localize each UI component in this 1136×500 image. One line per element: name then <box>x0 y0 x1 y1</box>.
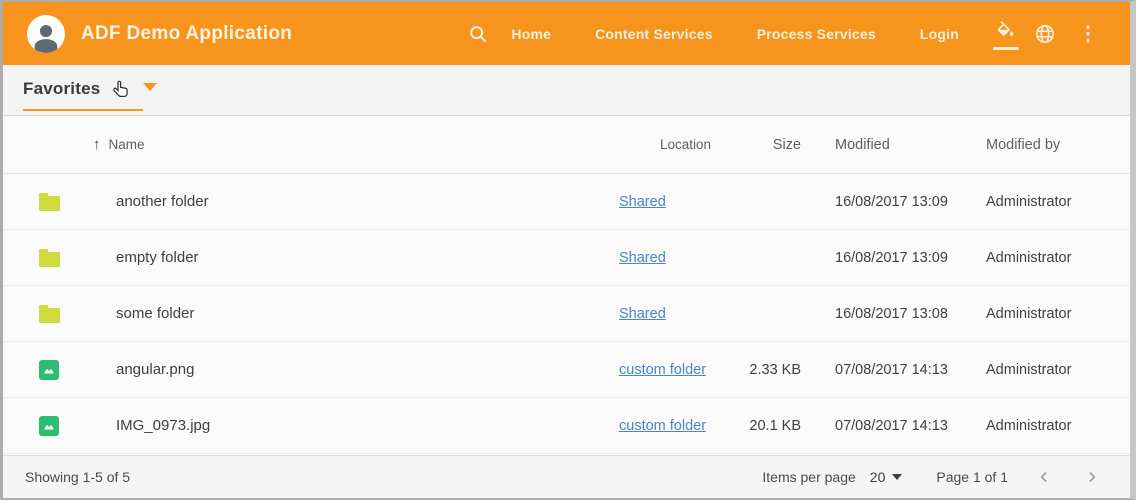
table-row[interactable]: angular.png custom folder 2.33 KB 07/08/… <box>3 342 1130 398</box>
kebab-menu-icon[interactable]: ⋮ <box>1068 20 1108 48</box>
sort-ascending-icon: ↑ <box>93 136 101 153</box>
theme-color-fill-icon[interactable] <box>991 17 1020 46</box>
person-icon <box>29 19 63 53</box>
next-page-icon[interactable] <box>1080 465 1104 489</box>
column-header-location[interactable]: Location <box>619 137 719 152</box>
table-header-row: ↑ Name Location Size Modified Modified b… <box>3 116 1130 174</box>
language-globe-icon[interactable] <box>1030 19 1060 49</box>
file-name: some folder <box>116 305 194 322</box>
column-header-size[interactable]: Size <box>719 137 807 153</box>
modified-by: Administrator <box>986 306 1106 322</box>
app-toolbar: ADF Demo Application Home Content Servic… <box>3 2 1130 65</box>
folder-icon <box>39 308 60 323</box>
file-name: empty folder <box>116 249 199 266</box>
file-size: 2.33 KB <box>719 362 807 378</box>
table-body: another folder Shared 16/08/2017 13:09 A… <box>3 174 1130 454</box>
image-file-icon <box>39 360 59 380</box>
modified-by: Administrator <box>986 194 1106 210</box>
favorites-table: ↑ Name Location Size Modified Modified b… <box>3 115 1130 455</box>
folder-icon <box>39 252 60 267</box>
file-name: angular.png <box>116 361 194 378</box>
file-name: IMG_0973.jpg <box>116 417 210 434</box>
location-link[interactable]: Shared <box>619 250 666 266</box>
location-link[interactable]: custom folder <box>619 418 706 434</box>
modified-date: 07/08/2017 14:13 <box>835 418 986 434</box>
table-row[interactable]: another folder Shared 16/08/2017 13:09 A… <box>3 174 1130 230</box>
dropdown-caret-icon[interactable] <box>143 83 157 91</box>
modified-date: 07/08/2017 14:13 <box>835 362 986 378</box>
avatar <box>27 15 65 53</box>
location-link[interactable]: Shared <box>619 306 666 322</box>
modified-date: 16/08/2017 13:08 <box>835 306 986 322</box>
mouse-cursor-icon <box>111 79 132 107</box>
modified-date: 16/08/2017 13:09 <box>835 194 986 210</box>
table-row[interactable]: IMG_0973.jpg custom folder 20.1 KB 07/08… <box>3 398 1130 454</box>
items-per-page-select[interactable]: 20 <box>870 469 903 485</box>
tab-favorites-label: Favorites <box>23 79 100 98</box>
app-window: ADF Demo Application Home Content Servic… <box>0 0 1136 500</box>
app-title: ADF Demo Application <box>81 23 292 45</box>
table-row[interactable]: some folder Shared 16/08/2017 13:08 Admi… <box>3 286 1130 342</box>
paginator: Showing 1-5 of 5 Items per page 20 Page … <box>3 455 1130 498</box>
previous-page-icon[interactable] <box>1032 465 1056 489</box>
nav-item-content-services[interactable]: Content Services <box>577 16 731 52</box>
table-row[interactable]: empty folder Shared 16/08/2017 13:09 Adm… <box>3 230 1130 286</box>
modified-date: 16/08/2017 13:09 <box>835 250 986 266</box>
modified-by: Administrator <box>986 418 1106 434</box>
nav-item-process-services[interactable]: Process Services <box>739 16 894 52</box>
search-icon[interactable] <box>463 19 493 49</box>
page-info-label: Page 1 of 1 <box>936 469 1008 485</box>
modified-by: Administrator <box>986 250 1106 266</box>
nav-item-home[interactable]: Home <box>493 16 569 52</box>
tab-bar: Favorites <box>3 65 1130 115</box>
theme-active-underline <box>993 47 1019 50</box>
column-header-name[interactable]: ↑ Name <box>93 136 619 153</box>
tab-favorites[interactable]: Favorites <box>23 71 143 111</box>
column-header-modified[interactable]: Modified <box>835 137 986 153</box>
nav-item-login[interactable]: Login <box>902 16 977 52</box>
items-per-page-label: Items per page <box>762 469 855 485</box>
file-size: 20.1 KB <box>719 418 807 434</box>
main-nav: Home Content Services Process Services L… <box>493 16 977 52</box>
folder-icon <box>39 196 60 211</box>
showing-range-label: Showing 1-5 of 5 <box>25 469 130 485</box>
location-link[interactable]: custom folder <box>619 362 706 378</box>
items-per-page-value: 20 <box>870 469 886 485</box>
select-caret-icon <box>892 474 902 480</box>
file-name: another folder <box>116 193 209 210</box>
modified-by: Administrator <box>986 362 1106 378</box>
image-file-icon <box>39 416 59 436</box>
column-header-modified-by[interactable]: Modified by <box>986 137 1106 153</box>
location-link[interactable]: Shared <box>619 194 666 210</box>
